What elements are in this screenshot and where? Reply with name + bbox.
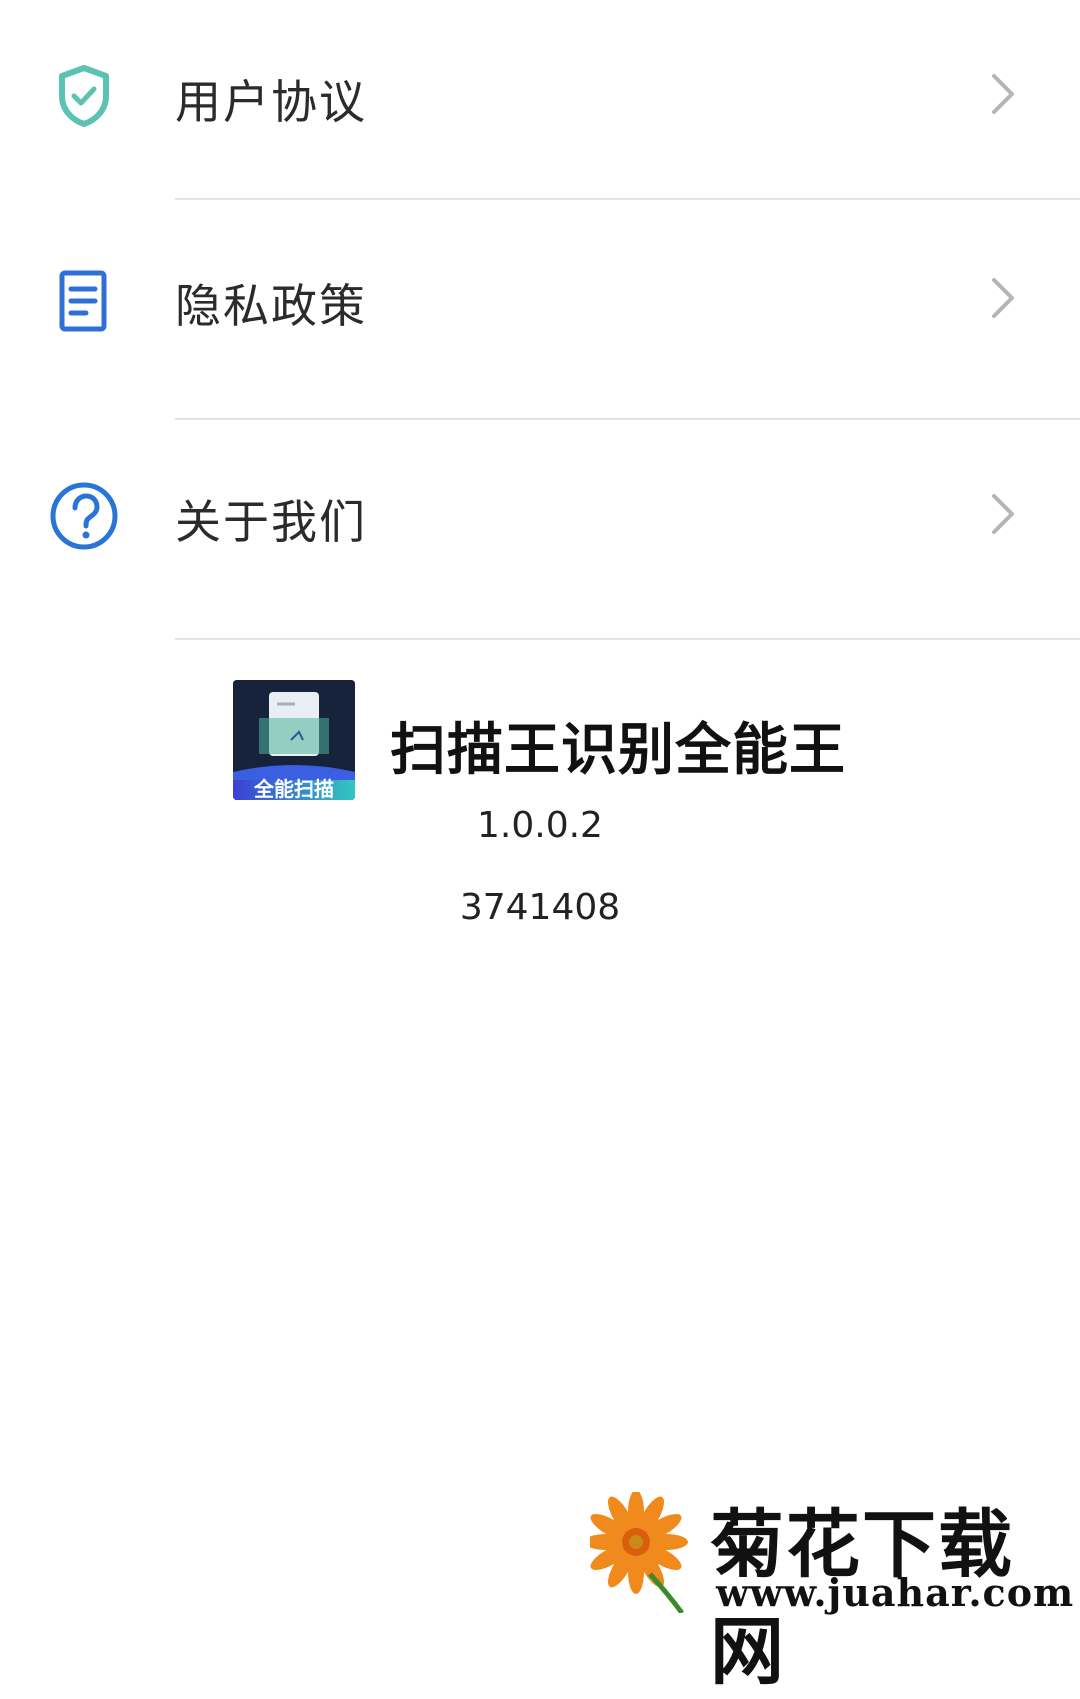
chevron-right-icon xyxy=(990,492,1018,536)
chevron-right-icon xyxy=(990,276,1018,320)
question-circle-icon xyxy=(48,480,120,552)
app-logo: 全能扫描 xyxy=(233,680,355,800)
app-version: 1.0.0.2 xyxy=(477,805,603,846)
menu-item-user-agreement[interactable]: 用户协议 xyxy=(0,0,1080,210)
menu-item-label: 用户协议 xyxy=(175,75,367,129)
menu-item-about-us[interactable]: 关于我们 xyxy=(0,420,1080,640)
watermark-url: www.juahar.com xyxy=(716,1570,1075,1615)
divider xyxy=(175,638,1080,640)
menu-item-label: 隐私政策 xyxy=(175,279,367,333)
divider xyxy=(175,198,1080,200)
menu-item-label: 关于我们 xyxy=(175,495,367,549)
app-name: 扫描王识别全能王 xyxy=(390,718,846,783)
flower-logo-icon xyxy=(584,1490,710,1615)
settings-menu: 用户协议 隐私政策 关于我们 xyxy=(0,0,1080,640)
menu-item-privacy-policy[interactable]: 隐私政策 xyxy=(0,210,1080,420)
watermark: 菊花下载网 www.juahar.com xyxy=(584,1480,1080,1695)
shield-check-icon xyxy=(48,60,120,132)
document-icon xyxy=(48,265,120,337)
app-build-number: 3741408 xyxy=(459,887,621,928)
app-logo-text: 全能扫描 xyxy=(253,777,334,800)
chevron-right-icon xyxy=(990,72,1018,116)
